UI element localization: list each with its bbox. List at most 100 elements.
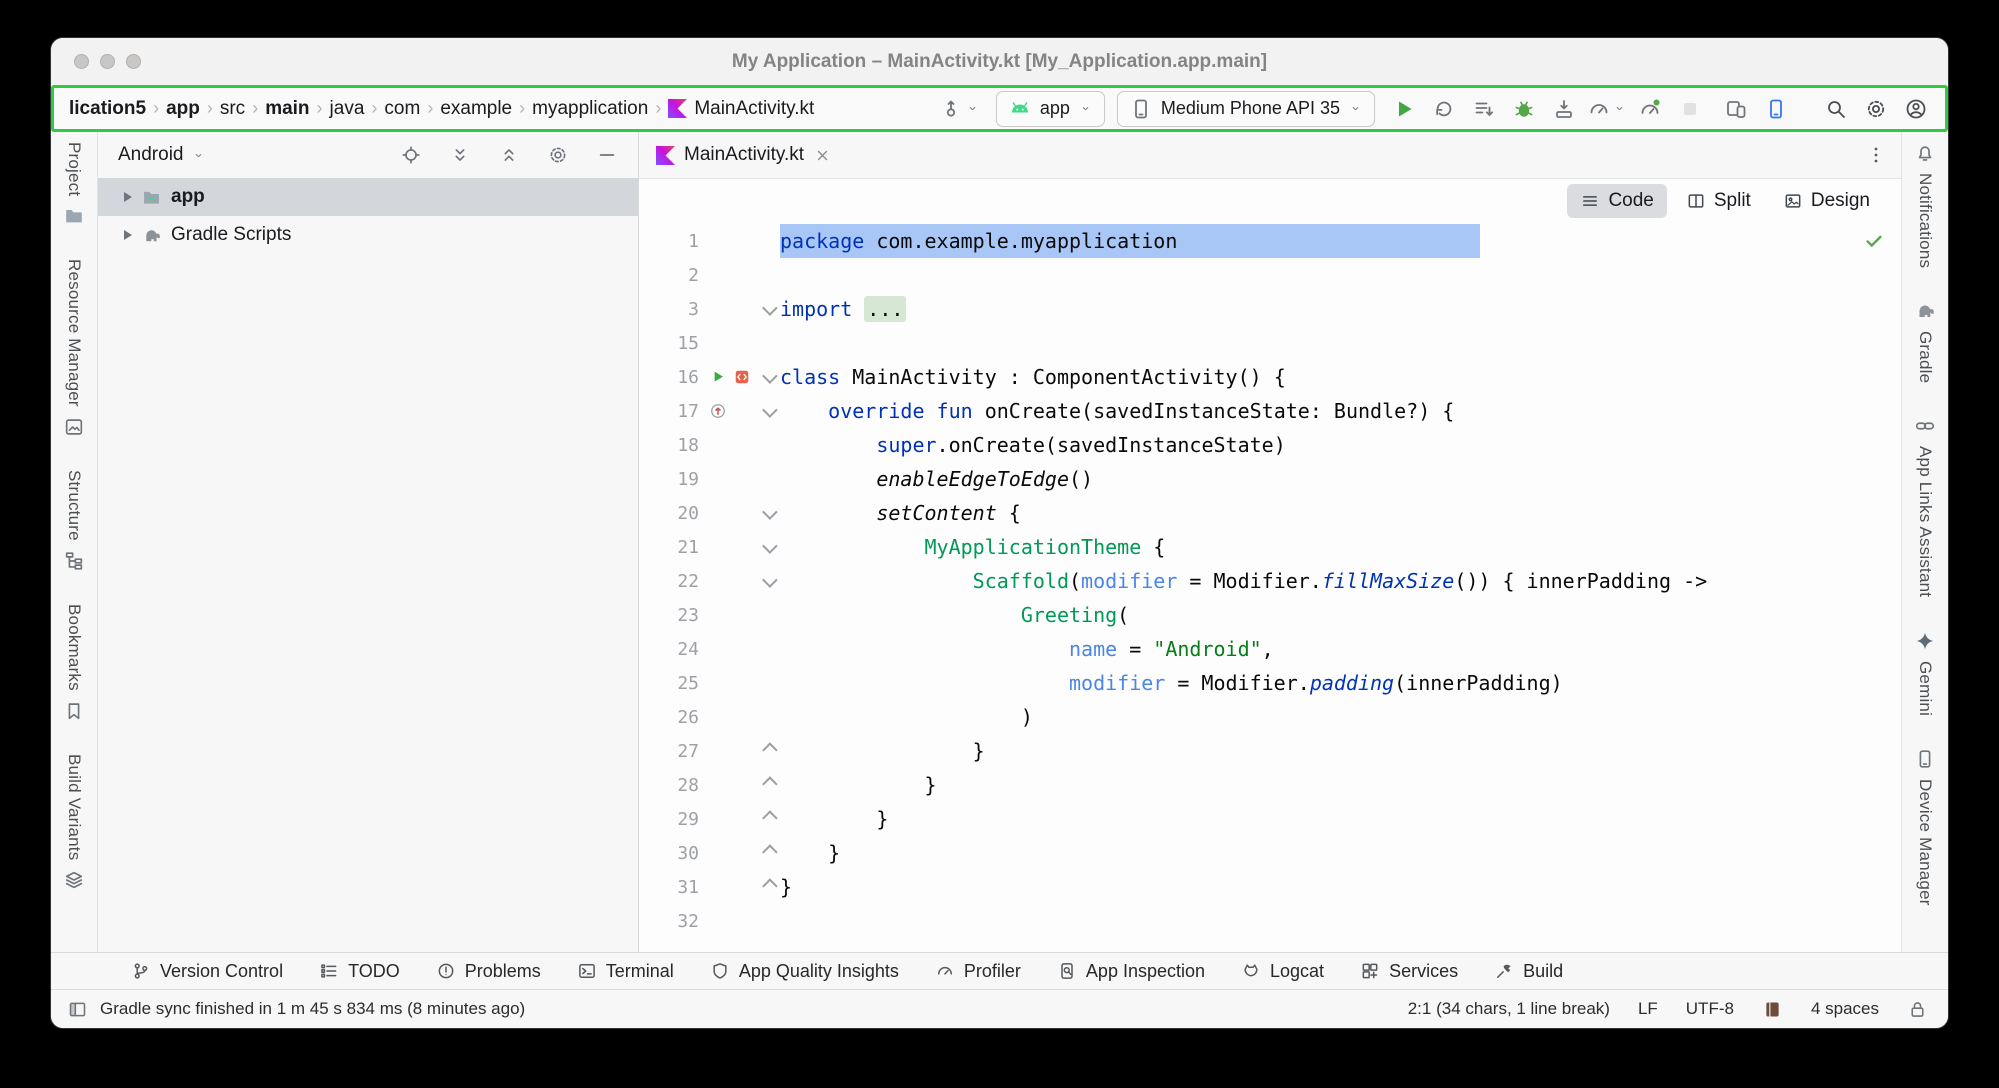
apply-changes-button[interactable] (1427, 92, 1461, 126)
account-button[interactable] (1899, 92, 1933, 126)
status-message[interactable]: Gradle sync finished in 1 m 45 s 834 ms … (100, 999, 525, 1019)
collapse-all-button[interactable] (492, 138, 526, 172)
vcs-widget-button[interactable] (935, 97, 984, 121)
compose-icon[interactable] (732, 367, 752, 387)
code-text[interactable]: modifier = Modifier.padding(innerPadding… (780, 666, 1901, 700)
code-text[interactable]: enableEdgeToEdge() (780, 462, 1901, 496)
fold-marker-icon[interactable] (762, 504, 778, 520)
stop-button[interactable] (1673, 92, 1707, 126)
search-everywhere-button[interactable] (1819, 92, 1853, 126)
attach-debugger-button[interactable] (1547, 92, 1581, 126)
breadcrumb-item-myapplication[interactable]: myapplication (529, 97, 651, 121)
lock-icon[interactable] (1907, 999, 1928, 1020)
tool-button-profiler[interactable]: Profiler (935, 961, 1021, 982)
overrides-icon[interactable] (708, 401, 728, 421)
expand-all-button[interactable] (443, 138, 477, 172)
code-text[interactable]: Greeting( (780, 598, 1901, 632)
fold-marker-icon[interactable] (762, 572, 778, 588)
apply-code-changes-button[interactable] (1467, 92, 1501, 126)
fold-marker-icon[interactable] (762, 878, 778, 894)
breadcrumb-item-lication5[interactable]: lication5 (66, 97, 149, 121)
fold-marker-icon[interactable] (762, 844, 778, 860)
code-text[interactable]: ) (780, 700, 1901, 734)
code-text[interactable]: } (780, 768, 1901, 802)
tree-item-app[interactable]: app (98, 178, 638, 216)
tool-stripe-gemini[interactable]: Gemini (1914, 630, 1936, 716)
tool-button-app-quality-insights[interactable]: App Quality Insights (710, 961, 899, 982)
mode-code-button[interactable]: Code (1567, 184, 1666, 218)
fold-marker-icon[interactable] (762, 810, 778, 826)
tool-stripe-structure[interactable]: Structure (63, 470, 85, 572)
minimize-window-button[interactable] (100, 54, 115, 69)
code-text[interactable] (780, 258, 1901, 292)
chevron-right-icon[interactable] (124, 192, 132, 202)
more-options-icon[interactable] (1865, 144, 1887, 166)
code-text[interactable] (780, 326, 1901, 360)
code-text[interactable]: } (780, 870, 1901, 904)
code-text[interactable]: } (780, 734, 1901, 768)
code-text[interactable]: import ... (780, 292, 1901, 326)
code-text[interactable]: name = "Android", (780, 632, 1901, 666)
code-text[interactable]: setContent { (780, 496, 1901, 530)
breadcrumb-item-java[interactable]: java (327, 97, 368, 121)
code-text[interactable]: Scaffold(modifier = Modifier.fillMaxSize… (780, 564, 1901, 598)
fold-marker-icon[interactable] (762, 368, 778, 384)
breadcrumb-item-example[interactable]: example (437, 97, 515, 121)
tool-button-todo[interactable]: TODO (319, 961, 400, 982)
close-tab-icon[interactable] (813, 146, 832, 165)
tool-button-services[interactable]: Services (1360, 961, 1458, 982)
tool-stripe-gradle[interactable]: Gradle (1914, 300, 1936, 383)
window-layout-icon[interactable] (67, 999, 88, 1020)
code-text[interactable]: package com.example.myapplication (780, 224, 1901, 258)
book-icon[interactable] (1762, 999, 1783, 1020)
tool-stripe-project[interactable]: Project (63, 142, 85, 227)
tool-button-terminal[interactable]: Terminal (577, 961, 674, 982)
select-opened-file-button[interactable] (394, 138, 428, 172)
zoom-window-button[interactable] (126, 54, 141, 69)
tree-item-gradle-scripts[interactable]: Gradle Scripts (98, 216, 638, 254)
mode-design-button[interactable]: Design (1770, 184, 1883, 218)
tool-window-options-button[interactable] (541, 138, 575, 172)
fold-marker-icon[interactable] (762, 402, 778, 418)
running-devices-button[interactable] (1759, 92, 1793, 126)
code-text[interactable]: override fun onCreate(savedInstanceState… (780, 394, 1901, 428)
tool-stripe-bookmarks[interactable]: Bookmarks (63, 604, 85, 722)
breadcrumb-item-main[interactable]: main (262, 97, 312, 121)
tool-button-version-control[interactable]: Version Control (131, 961, 283, 982)
tool-stripe-build-variants[interactable]: Build Variants (63, 754, 85, 891)
mode-split-button[interactable]: Split (1673, 184, 1764, 218)
tool-stripe-device-manager[interactable]: Device Manager (1914, 748, 1936, 906)
fold-marker-icon[interactable] (762, 300, 778, 316)
settings-button[interactable] (1859, 92, 1893, 126)
code-text[interactable]: class MainActivity : ComponentActivity()… (780, 360, 1901, 394)
code-text[interactable]: } (780, 836, 1901, 870)
fold-marker-icon[interactable] (762, 742, 778, 758)
inspections-ok-icon[interactable] (1863, 230, 1885, 252)
tool-stripe-app-links-assistant[interactable]: App Links Assistant (1914, 415, 1936, 597)
code-text[interactable]: super.onCreate(savedInstanceState) (780, 428, 1901, 462)
tool-button-build[interactable]: Build (1494, 961, 1563, 982)
profiler-button[interactable] (1587, 92, 1627, 126)
close-window-button[interactable] (74, 54, 89, 69)
run-button[interactable] (1387, 92, 1421, 126)
debug-button[interactable] (1507, 92, 1541, 126)
profile-app-button[interactable] (1633, 92, 1667, 126)
tool-button-logcat[interactable]: Logcat (1241, 961, 1324, 982)
run-icon[interactable] (708, 367, 728, 387)
code-text[interactable]: } (780, 802, 1901, 836)
tool-button-app-inspection[interactable]: App Inspection (1057, 961, 1205, 982)
breadcrumb-item-mainactivity-kt[interactable]: MainActivity.kt (665, 97, 817, 121)
fold-marker-icon[interactable] (762, 538, 778, 554)
tool-button-problems[interactable]: Problems (436, 961, 541, 982)
tool-stripe-notifications[interactable]: Notifications (1914, 142, 1936, 268)
device-select[interactable]: Medium Phone API 35 (1117, 91, 1375, 127)
encoding-widget[interactable]: UTF-8 (1686, 999, 1734, 1019)
code-text[interactable] (780, 904, 1901, 938)
hide-tool-window-button[interactable] (590, 138, 624, 172)
breadcrumb-item-app[interactable]: app (163, 97, 203, 121)
line-separator-widget[interactable]: LF (1638, 999, 1658, 1019)
indent-widget[interactable]: 4 spaces (1811, 999, 1879, 1019)
breadcrumb-item-src[interactable]: src (217, 97, 248, 121)
run-configuration-select[interactable]: app (996, 91, 1105, 127)
project-view-select[interactable]: Android (118, 144, 206, 166)
